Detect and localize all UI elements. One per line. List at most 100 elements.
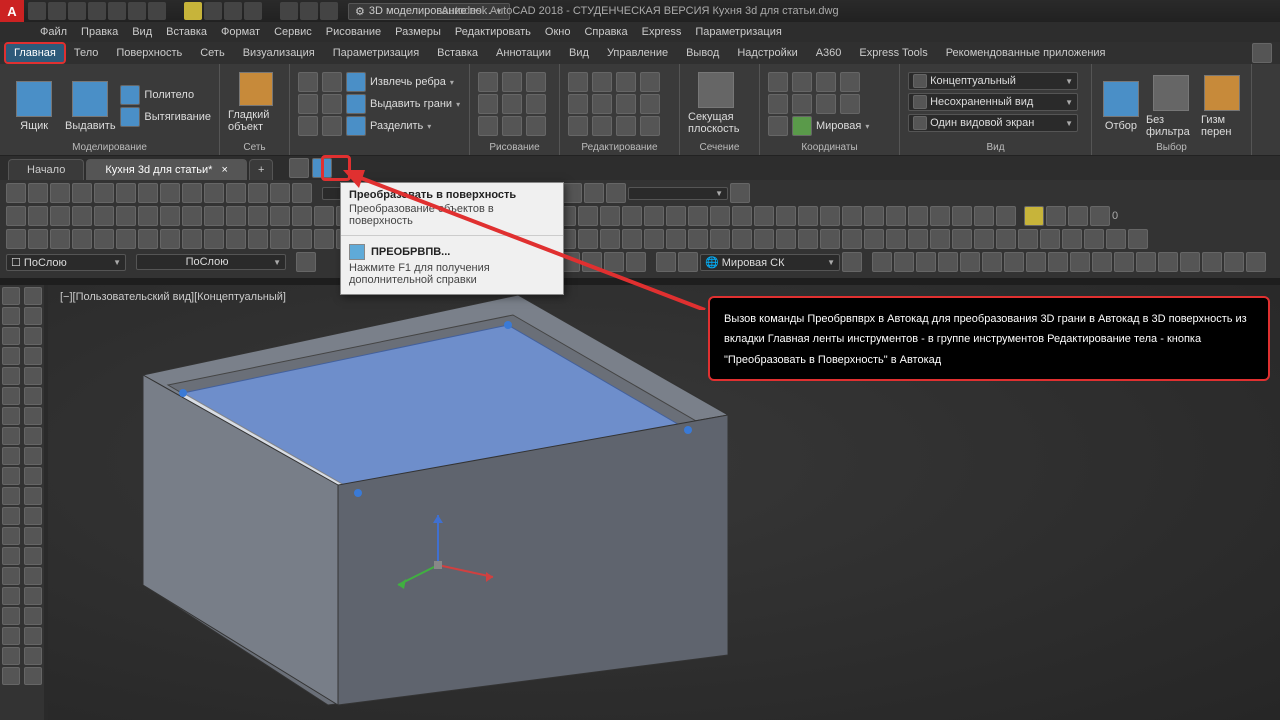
tab-visualize[interactable]: Визуализация [235,44,323,62]
ucs-icon[interactable] [768,116,788,136]
tab-parametric[interactable]: Параметризация [325,44,427,62]
qat-undo-icon[interactable] [128,2,146,20]
ucs-icon[interactable] [816,94,836,114]
tool-icon[interactable] [6,206,26,226]
panel-label[interactable]: Сеть [220,142,289,153]
tool-icon[interactable] [656,252,676,272]
tool-icon[interactable] [626,252,646,272]
tool-icon[interactable] [204,183,224,203]
tool-icon[interactable] [526,116,546,136]
tool-icon[interactable] [678,252,698,272]
tool-icon[interactable] [562,183,582,203]
tool-icon[interactable] [1158,252,1178,272]
menu-view[interactable]: Вид [132,26,152,38]
ribbon-collapse-icon[interactable] [1252,43,1272,63]
tool-icon[interactable] [50,206,70,226]
tool-icon[interactable] [182,229,202,249]
ellipse-icon[interactable] [478,116,498,136]
color-dropdown[interactable]: ☐ ПоСлою▼ [6,254,126,271]
tool-icon[interactable] [754,206,774,226]
pline-icon[interactable] [478,94,498,114]
menu-file[interactable]: Файл [40,26,67,38]
draw-tool-icon[interactable] [2,287,20,305]
circle-icon[interactable] [526,72,546,92]
tab-insert[interactable]: Вставка [429,44,486,62]
fillet-icon[interactable] [616,94,636,114]
draw-tool-icon[interactable] [2,427,20,445]
tool-icon[interactable] [1106,229,1126,249]
tool-icon[interactable] [578,229,598,249]
explode-icon[interactable] [640,116,660,136]
tool-icon[interactable] [314,229,334,249]
ucs-dropdown[interactable]: 🌐 Мировая СК▼ [700,254,840,271]
tab-drawing[interactable]: Кухня 3d для статьи* × [86,159,247,180]
presspull-label[interactable]: Вытягивание [144,111,211,123]
tool-icon[interactable] [1128,229,1148,249]
tool-icon[interactable] [820,206,840,226]
ucs-icon[interactable] [816,72,836,92]
tool-icon[interactable] [314,206,334,226]
tab-a360[interactable]: A360 [808,44,850,62]
tool-icon[interactable] [94,229,114,249]
tool-icon[interactable] [952,229,972,249]
menu-help[interactable]: Справка [584,26,627,38]
qat-icon[interactable] [280,2,298,20]
arc-icon[interactable] [502,72,522,92]
tool-icon[interactable] [204,229,224,249]
draw-tool-icon[interactable] [2,507,20,525]
tool-icon[interactable] [50,229,70,249]
gizmo-button[interactable]: Гизм перен [1201,71,1243,138]
tool-icon[interactable] [160,206,180,226]
draw-tool-icon[interactable] [2,307,20,325]
draw-tool-icon[interactable] [2,367,20,385]
panel-label[interactable]: Выбор [1092,142,1251,153]
sectionplane-button[interactable]: Секущая плоскость [688,68,744,135]
tool-icon[interactable] [842,229,862,249]
tool-icon[interactable] [974,229,994,249]
world-label[interactable]: Мировая [816,120,861,132]
draw-tool-icon[interactable] [2,407,20,425]
layer-icon[interactable] [1046,206,1066,226]
extract-edges-label[interactable]: Извлечь ребра [370,76,446,88]
draw-tool-icon[interactable] [24,527,42,545]
tool-icon[interactable] [960,252,980,272]
menu-window[interactable]: Окно [545,26,571,38]
tool-icon[interactable] [292,206,312,226]
draw-tool-icon[interactable] [2,547,20,565]
tab-start[interactable]: Начало [8,159,84,180]
tool-icon[interactable] [298,116,318,136]
tab-manage[interactable]: Управление [599,44,676,62]
menu-modify[interactable]: Редактировать [455,26,531,38]
layer-color-icon[interactable] [244,2,262,20]
layer-freeze-icon[interactable] [204,2,222,20]
tool-icon[interactable] [886,206,906,226]
stretch-icon[interactable] [592,116,612,136]
tool-icon[interactable] [1136,252,1156,272]
tool-icon[interactable] [996,229,1016,249]
tool-icon[interactable] [138,229,158,249]
qat-redo-icon[interactable] [148,2,166,20]
separate-label[interactable]: Разделить [370,120,423,132]
tool-icon[interactable] [182,206,202,226]
draw-tool-icon[interactable] [24,587,42,605]
draw-tool-icon[interactable] [24,547,42,565]
tool-icon[interactable] [666,229,686,249]
separate-icon[interactable] [346,116,366,136]
hatch-icon[interactable] [526,94,546,114]
tool-icon[interactable] [50,183,70,203]
tool-icon[interactable] [298,94,318,114]
draw-tool-icon[interactable] [24,567,42,585]
tool-icon[interactable] [644,206,664,226]
tab-output[interactable]: Вывод [678,44,727,62]
tool-icon[interactable] [116,229,136,249]
tool-icon[interactable] [1070,252,1090,272]
tool-icon[interactable] [710,206,730,226]
menu-edit[interactable]: Правка [81,26,118,38]
tool-icon[interactable] [1004,252,1024,272]
tool-icon[interactable] [292,229,312,249]
trim-icon[interactable] [568,94,588,114]
tool-icon[interactable] [116,206,136,226]
draw-tool-icon[interactable] [24,627,42,645]
tool-icon[interactable] [930,206,950,226]
tool-icon[interactable] [732,229,752,249]
